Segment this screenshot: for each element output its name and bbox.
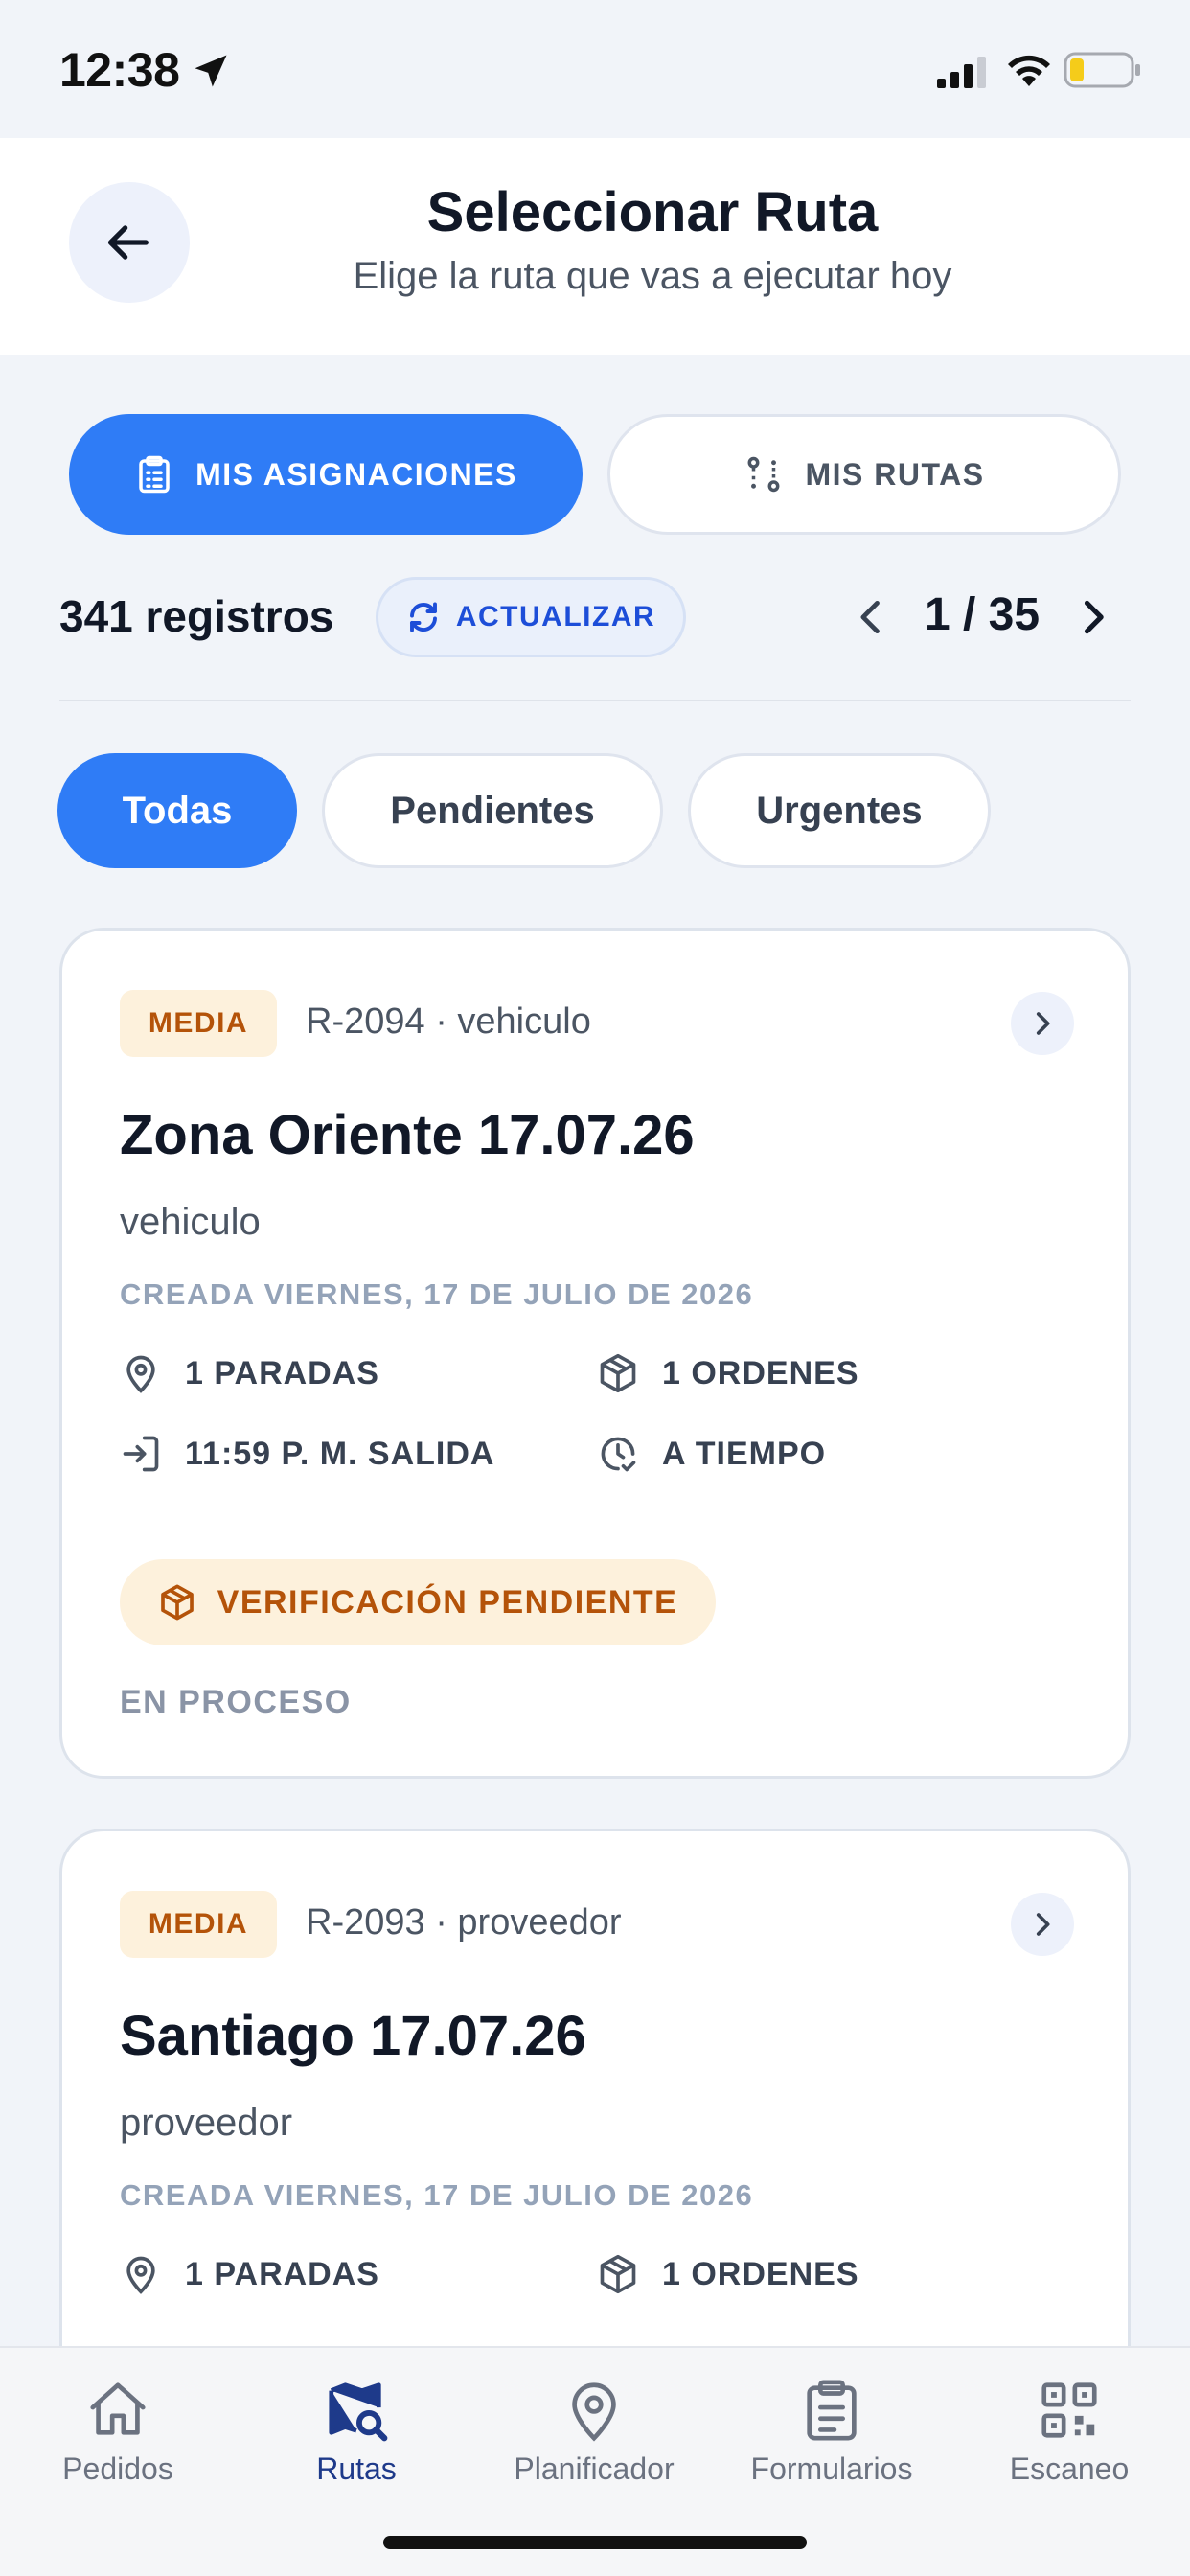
departure-label: 11:59 P. M. SALIDA xyxy=(185,1435,495,1472)
stops-info: 1 PARADAS xyxy=(120,1352,379,1394)
tab-mis-asignaciones[interactable]: MIS ASIGNACIONES xyxy=(69,414,583,535)
tab-mis-rutas-label: MIS RUTAS xyxy=(805,456,985,492)
tab-pedidos[interactable]: Pedidos xyxy=(3,2377,233,2487)
tab-rutas[interactable]: Rutas xyxy=(241,2377,471,2487)
verification-badge: VERIFICACIÓN PENDIENTE xyxy=(120,1559,716,1645)
orders-label: 1 ORDENES xyxy=(662,1354,859,1392)
status-time: 12:38 xyxy=(59,43,180,97)
stops-label: 1 PARADAS xyxy=(185,1354,379,1392)
map-pin-icon xyxy=(126,2256,155,2294)
priority-badge: MEDIA xyxy=(120,1891,277,1958)
stops-info: 1 PARADAS xyxy=(120,2253,379,2295)
qr-code-icon xyxy=(1041,2382,1097,2438)
tab-formularios-label: Formularios xyxy=(750,2451,913,2486)
sign-in-icon xyxy=(123,1436,159,1472)
chevron-right-icon xyxy=(1036,1913,1050,1936)
tab-mis-rutas[interactable]: MIS RUTAS xyxy=(607,414,1121,535)
package-icon xyxy=(160,1584,194,1621)
created-date: CREADA VIERNES, 17 DE JULIO DE 2026 xyxy=(120,2178,754,2212)
route-icon xyxy=(747,456,780,493)
location-arrow-icon xyxy=(195,55,227,87)
battery-icon xyxy=(1064,52,1140,88)
clipboard-icon xyxy=(807,2380,857,2441)
tab-rutas-label: Rutas xyxy=(316,2451,397,2486)
map-pin-icon xyxy=(572,2382,616,2442)
home-indicator xyxy=(383,2536,807,2549)
page-subtitle: Elige la ruta que vas a ejecutar hoy xyxy=(353,255,952,297)
filter-urgentes[interactable]: Urgentes xyxy=(688,753,991,868)
map-pin-icon xyxy=(126,1355,155,1393)
pager-indicator: 1 / 35 xyxy=(924,589,1041,640)
orders-info: 1 ORDENES xyxy=(597,1352,859,1394)
route-code: R-2093 · proveedor xyxy=(306,1902,622,1943)
tab-escaneo[interactable]: Escaneo xyxy=(954,2377,1184,2487)
package-icon xyxy=(600,2254,636,2294)
cellular-signal-icon xyxy=(937,57,986,88)
filter-todas[interactable]: Todas xyxy=(57,753,297,868)
divider xyxy=(59,700,1131,702)
tab-pedidos-label: Pedidos xyxy=(62,2451,173,2486)
tab-planificador-label: Planificador xyxy=(514,2451,675,2486)
route-code: R-2094 · vehiculo xyxy=(306,1001,591,1042)
route-name: Zona Oriente 17.07.26 xyxy=(120,1104,695,1166)
verification-label: VERIFICACIÓN PENDIENTE xyxy=(217,1583,678,1621)
route-card[interactable]: MEDIA R-2094 · vehiculo Zona Oriente 17.… xyxy=(59,928,1131,1779)
departure-info: 11:59 P. M. SALIDA xyxy=(120,1433,495,1475)
wifi-icon xyxy=(1008,55,1050,86)
orders-label: 1 ORDENES xyxy=(662,2255,859,2292)
chevron-right-icon xyxy=(1036,1012,1050,1035)
chevron-left-icon[interactable] xyxy=(851,594,893,640)
filter-pendientes[interactable]: Pendientes xyxy=(322,753,663,868)
clock-check-icon xyxy=(601,1437,636,1472)
route-state: EN PROCESO xyxy=(120,1684,352,1720)
page-header: Seleccionar Ruta Elige la ruta que vas a… xyxy=(0,138,1190,355)
clipboard-list-icon xyxy=(139,455,170,494)
tab-planificador[interactable]: Planificador xyxy=(479,2377,709,2487)
package-icon xyxy=(600,1353,636,1393)
timing-label: A TIEMPO xyxy=(662,1435,827,1472)
route-type: proveedor xyxy=(120,2102,293,2144)
stops-label: 1 PARADAS xyxy=(185,2255,379,2292)
refresh-icon xyxy=(409,602,437,632)
route-type: vehiculo xyxy=(120,1201,261,1243)
chevron-right-icon[interactable] xyxy=(1071,594,1113,640)
tab-escaneo-label: Escaneo xyxy=(1009,2451,1130,2486)
orders-info: 1 ORDENES xyxy=(597,2253,859,2295)
open-route-button[interactable] xyxy=(1011,992,1074,1055)
map-search-icon xyxy=(329,2382,388,2442)
priority-badge: MEDIA xyxy=(120,990,277,1057)
status-bar: 12:38 xyxy=(0,0,1190,138)
refresh-label: ACTUALIZAR xyxy=(455,601,656,632)
tab-formularios[interactable]: Formularios xyxy=(717,2377,947,2487)
records-count: 341 registros xyxy=(59,591,334,641)
home-icon xyxy=(90,2382,146,2435)
tab-mis-asignaciones-label: MIS ASIGNACIONES xyxy=(195,456,517,492)
refresh-button[interactable]: ACTUALIZAR xyxy=(376,577,686,657)
page-title: Seleccionar Ruta xyxy=(426,181,879,243)
timing-info: A TIEMPO xyxy=(597,1433,826,1475)
route-name: Santiago 17.07.26 xyxy=(120,2005,586,2067)
created-date: CREADA VIERNES, 17 DE JULIO DE 2026 xyxy=(120,1277,754,1311)
open-route-button[interactable] xyxy=(1011,1893,1074,1956)
